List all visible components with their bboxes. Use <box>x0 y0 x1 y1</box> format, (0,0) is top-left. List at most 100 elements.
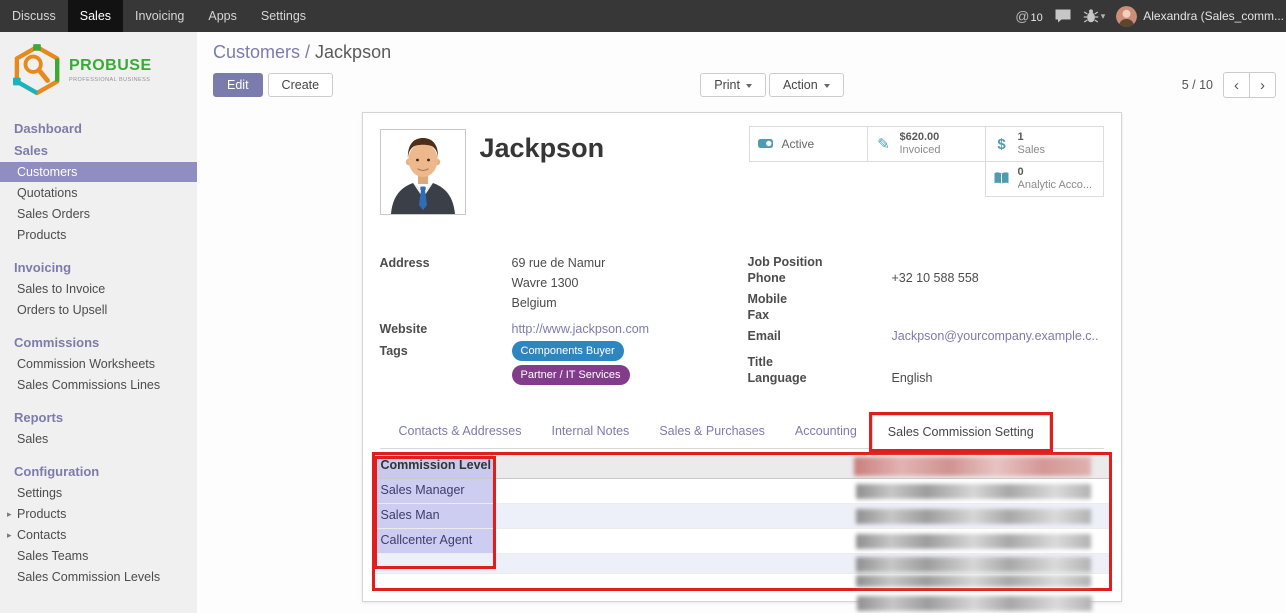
job-position-field: Job Position <box>748 255 1104 270</box>
analytic-value: 0 <box>1018 166 1093 179</box>
pager: ‹ › <box>1223 72 1276 98</box>
print-dropdown[interactable]: Print <box>700 73 766 97</box>
chevron-down-icon: ▾ <box>1101 11 1106 22</box>
language-field: Language English <box>748 371 1104 386</box>
stat-buttons: Active ✎ $620.00 Invoiced $ 1 Sales <box>750 127 1104 197</box>
redacted-cell <box>856 484 1091 499</box>
menu-discuss[interactable]: Discuss <box>0 0 68 32</box>
commission-level-header: Commission Level <box>375 455 493 478</box>
expand-caret-icon[interactable]: ▸ <box>7 530 12 541</box>
sidebar-heading-reports[interactable]: Reports <box>0 407 197 428</box>
redacted-cell <box>857 596 1092 611</box>
address-line: 69 rue de Namur <box>512 255 606 271</box>
tab-sales-commission-setting[interactable]: Sales Commission Setting <box>872 415 1050 449</box>
redacted-cell <box>856 557 1091 572</box>
probuse-logo-icon <box>13 44 61 96</box>
sidebar-item-sales-to-invoice[interactable]: Sales to Invoice <box>0 279 197 299</box>
language-value: English <box>892 371 933 386</box>
website-link[interactable]: http://www.jackpson.com <box>512 321 650 337</box>
menu-apps[interactable]: Apps <box>196 0 249 32</box>
sidebar-item-customers[interactable]: Customers <box>0 162 197 182</box>
tag-components-buyer[interactable]: Components Buyer <box>512 341 624 361</box>
redacted-header-cell <box>854 457 1091 476</box>
email-field: Email Jackpson@yourcompany.example.c.. <box>748 329 1104 344</box>
address-line: Belgium <box>512 295 606 311</box>
debug-bug-icon[interactable]: ▾ <box>1083 8 1106 24</box>
menu-invoicing[interactable]: Invoicing <box>123 0 196 32</box>
create-button[interactable]: Create <box>268 73 334 97</box>
table-row-sales-manager[interactable]: Sales Manager <box>375 479 1109 504</box>
sidebar-heading-commissions[interactable]: Commissions <box>0 332 197 353</box>
user-menu[interactable]: Alexandra (Sales_comm... <box>1116 6 1284 27</box>
sidebar-item-sales-commission-levels[interactable]: Sales Commission Levels <box>0 567 197 587</box>
sidebar-item-sales-teams[interactable]: Sales Teams <box>0 546 197 566</box>
pencil-icon: ✎ <box>875 137 893 152</box>
tags-label: Tags <box>380 343 512 385</box>
menu-sales[interactable]: Sales <box>68 0 123 32</box>
table-row-empty[interactable] <box>375 554 1109 574</box>
annotation-table-red-box: Commission Level Sales Manager Sales Man… <box>372 452 1112 591</box>
stat-active-button[interactable]: Active <box>749 126 868 162</box>
table-row-empty[interactable] <box>375 574 1109 588</box>
book-icon <box>993 171 1011 188</box>
email-link[interactable]: Jackpson@yourcompany.example.c.. <box>892 329 1099 344</box>
sidebar: PROBUSE PROFESSIONAL BUSINESS Dashboard … <box>0 32 197 613</box>
pager-count: 5 / 10 <box>1182 78 1213 92</box>
pager-next-button[interactable]: › <box>1249 72 1276 98</box>
sidebar-item-reports-sales[interactable]: Sales <box>0 429 197 449</box>
address-field: Address 69 rue de Namur Wavre 1300 Belgi… <box>380 255 732 315</box>
sidebar-heading-configuration[interactable]: Configuration <box>0 461 197 482</box>
sidebar-heading-sales[interactable]: Sales <box>0 140 197 161</box>
sidebar-item-config-contacts[interactable]: ▸Contacts <box>0 525 197 545</box>
stat-invoiced-button[interactable]: ✎ $620.00 Invoiced <box>867 126 986 162</box>
title-field: Title <box>748 355 1104 370</box>
sidebar-item-quotations[interactable]: Quotations <box>0 183 197 203</box>
pager-prev-button[interactable]: ‹ <box>1223 72 1250 98</box>
notebook: Contacts & Addresses Internal Notes Sale… <box>380 415 1104 611</box>
stat-analytic-button[interactable]: 0 Analytic Acco... <box>985 161 1104 197</box>
tab-sales-purchases[interactable]: Sales & Purchases <box>644 415 780 448</box>
menu-settings[interactable]: Settings <box>249 0 318 32</box>
active-toggle-icon <box>757 135 775 154</box>
messages-icon[interactable] <box>1054 8 1072 24</box>
tab-internal-notes[interactable]: Internal Notes <box>536 415 644 448</box>
stat-sales-button[interactable]: $ 1 Sales <box>985 126 1104 162</box>
chevron-down-icon <box>746 84 752 88</box>
table-row-sales-man[interactable]: Sales Man <box>375 504 1109 529</box>
sidebar-item-orders-to-upsell[interactable]: Orders to Upsell <box>0 300 197 320</box>
main-area: Customers/Jackpson Edit Create Print Act… <box>197 32 1286 613</box>
sidebar-item-commission-worksheets[interactable]: Commission Worksheets <box>0 354 197 374</box>
logo-text: PROBUSE PROFESSIONAL BUSINESS <box>69 57 152 83</box>
tab-accounting[interactable]: Accounting <box>780 415 872 448</box>
sidebar-item-config-products[interactable]: ▸Products <box>0 504 197 524</box>
app-logo[interactable]: PROBUSE PROFESSIONAL BUSINESS <box>0 32 197 106</box>
sidebar-item-products[interactable]: Products <box>0 225 197 245</box>
tag-partner-it-services[interactable]: Partner / IT Services <box>512 365 630 385</box>
expand-caret-icon[interactable]: ▸ <box>7 509 12 520</box>
control-panel: Customers/Jackpson Edit Create Print Act… <box>197 32 1286 98</box>
mentions-counter[interactable]: @10 <box>1015 8 1042 24</box>
sidebar-item-sales-orders[interactable]: Sales Orders <box>0 204 197 224</box>
logo-title: PROBUSE <box>69 57 152 75</box>
at-icon: @ <box>1015 8 1029 24</box>
action-dropdown[interactable]: Action <box>769 73 844 97</box>
sidebar-item-settings[interactable]: Settings <box>0 483 197 503</box>
notebook-tabs: Contacts & Addresses Internal Notes Sale… <box>380 415 1104 449</box>
table-header-row: Commission Level <box>375 455 1109 479</box>
invoiced-value: $620.00 <box>900 131 941 144</box>
field-groups: Address 69 rue de Namur Wavre 1300 Belgi… <box>380 255 1104 391</box>
logo-subtitle: PROFESSIONAL BUSINESS <box>69 77 152 83</box>
customer-photo[interactable] <box>380 129 466 215</box>
redacted-cell <box>856 509 1091 524</box>
sales-count-value: 1 <box>1018 131 1046 144</box>
sidebar-item-sales-commissions-lines[interactable]: Sales Commissions Lines <box>0 375 197 395</box>
phone-value: +32 10 588 558 <box>892 271 979 286</box>
stat-active-label: Active <box>782 137 815 151</box>
sidebar-heading-invoicing[interactable]: Invoicing <box>0 257 197 278</box>
edit-button[interactable]: Edit <box>213 73 263 97</box>
sidebar-heading-dashboard[interactable]: Dashboard <box>0 118 197 139</box>
breadcrumb-customers[interactable]: Customers <box>213 42 300 62</box>
table-row-callcenter-agent[interactable]: Callcenter Agent <box>375 529 1109 554</box>
tags-field: Tags Components Buyer Partner / IT Servi… <box>380 343 732 385</box>
tab-contacts-addresses[interactable]: Contacts & Addresses <box>384 415 537 448</box>
